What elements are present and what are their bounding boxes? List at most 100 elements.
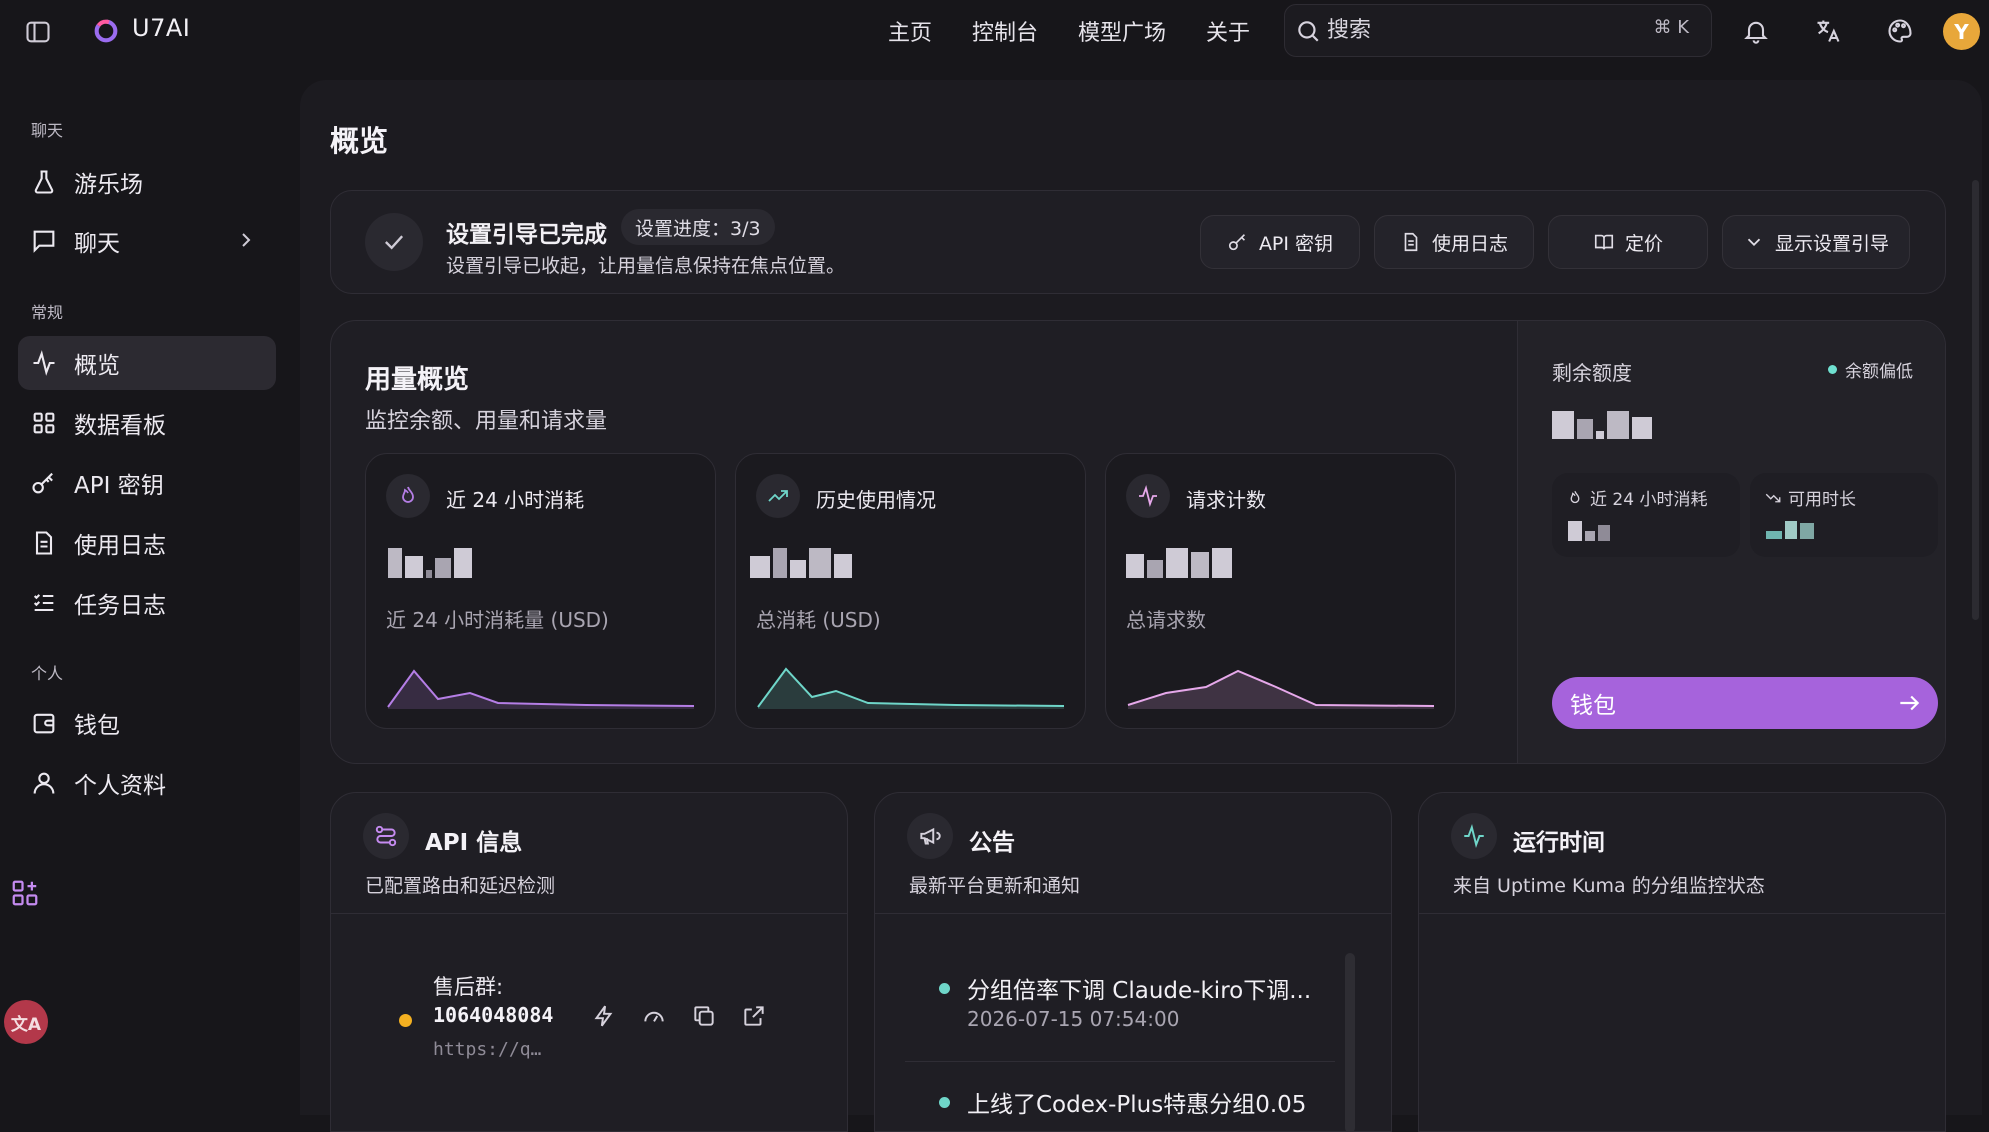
lightning-icon[interactable]	[591, 1003, 617, 1029]
guide-title: 设置引导已完成	[446, 222, 607, 248]
search-input[interactable]	[1327, 18, 1627, 43]
guide-usage-logs-button[interactable]: 使用日志	[1374, 215, 1534, 269]
announcement-item[interactable]: 上线了Codex-Plus特惠分组0.05	[905, 1077, 1335, 1131]
avatar[interactable]: Y	[1943, 13, 1980, 50]
sidebar-toggle-icon[interactable]	[24, 18, 52, 46]
copy-icon[interactable]	[691, 1003, 717, 1029]
brand-name[interactable]: U7AI	[132, 14, 190, 42]
list-icon	[33, 594, 54, 612]
chat-icon	[33, 230, 55, 253]
button-label: 钱包	[1570, 693, 1616, 719]
card-title: 近 24 小时消耗	[446, 488, 585, 512]
status-dot-icon	[399, 1014, 412, 1027]
sidebar-item-usage-logs[interactable]: 使用日志	[18, 516, 276, 570]
bell-icon[interactable]	[1742, 17, 1770, 45]
flame-icon	[386, 474, 430, 518]
nav-model-square[interactable]: 模型广场	[1078, 15, 1166, 47]
sidebar-item-task-logs[interactable]: 任务日志	[18, 576, 276, 630]
announcement-panel: 公告 最新平台更新和通知 分组倍率下调 Claude-kiro下调... 202…	[874, 792, 1392, 1132]
card-title: 请求计数	[1186, 488, 1266, 512]
document-icon	[35, 531, 53, 555]
search-shortcut: ⌘ K	[1653, 17, 1689, 38]
status-dot-icon	[939, 983, 950, 994]
chevron-right-icon[interactable]	[234, 228, 258, 252]
announcement-scrollbar[interactable]	[1345, 953, 1355, 1131]
sidebar-item-label: 个人资料	[74, 773, 166, 799]
api-info-panel: API 信息 已配置路由和延迟检测 售后群: 1064048084 https:…	[330, 792, 848, 1132]
balance-mini-duration: 可用时长	[1750, 473, 1938, 557]
guide-show-guide-button[interactable]: 显示设置引导	[1722, 215, 1910, 269]
usage-subtitle: 监控余额、用量和请求量	[365, 409, 608, 434]
sidebar-item-playground[interactable]: 游乐场	[18, 155, 276, 209]
mini-label: 近 24 小时消耗	[1590, 490, 1708, 510]
sidebar-item-api-keys[interactable]: API 密钥	[18, 456, 276, 510]
button-label: 使用日志	[1431, 232, 1508, 255]
sidebar-item-profile[interactable]: 个人资料	[18, 756, 276, 810]
apps-add-icon[interactable]	[10, 878, 40, 908]
key-icon	[1228, 234, 1245, 251]
sidebar-item-overview[interactable]: 概览	[18, 336, 276, 390]
language-switch-icon[interactable]: 文A	[4, 1000, 48, 1044]
page-title: 概览	[330, 124, 389, 158]
translate-icon[interactable]	[1814, 17, 1842, 45]
route-icon	[363, 813, 409, 859]
balance-panel: 剩余额度 余额偏低 近 24 小时消耗 可用时长 钱包	[1517, 321, 1945, 763]
external-link-icon[interactable]	[741, 1003, 767, 1029]
guide-progress-badge: 设置进度：3/3	[621, 209, 775, 245]
flask-icon	[34, 170, 54, 194]
setup-guide-banner: 设置引导已完成 设置进度：3/3 设置引导已收起，让用量信息保持在焦点位置。 A…	[330, 190, 1946, 294]
wallet-button[interactable]: 钱包	[1552, 677, 1938, 729]
panel-title: API 信息	[425, 830, 523, 856]
status-dot-icon	[1828, 365, 1837, 374]
palette-icon[interactable]	[1886, 17, 1914, 45]
pulse-icon	[1126, 474, 1170, 518]
sidebar-item-chat[interactable]: 聊天	[18, 214, 276, 268]
search-icon	[1298, 20, 1319, 42]
panel-title: 运行时间	[1513, 830, 1605, 856]
api-url[interactable]: https://q…	[433, 1039, 541, 1060]
activity-icon	[33, 350, 55, 376]
uptime-panel: 运行时间 来自 Uptime Kuma 的分组监控状态	[1418, 792, 1946, 1132]
gauge-icon[interactable]	[641, 1003, 667, 1029]
nav-console[interactable]: 控制台	[972, 15, 1038, 47]
user-icon	[33, 772, 55, 794]
guide-api-key-button[interactable]: API 密钥	[1200, 215, 1360, 269]
low-balance-badge: 余额偏低	[1828, 357, 1913, 382]
badge-label: 余额偏低	[1845, 362, 1913, 382]
page-scrollbar[interactable]	[1972, 180, 1979, 620]
guide-pricing-button[interactable]: 定价	[1548, 215, 1708, 269]
sidebar-item-label: 钱包	[74, 713, 120, 739]
sidebar-item-dashboard[interactable]: 数据看板	[18, 396, 276, 450]
search-box[interactable]: ⌘ K	[1284, 4, 1712, 57]
announcement-item[interactable]: 分组倍率下调 Claude-kiro下调... 2026-07-15 07:54…	[905, 963, 1335, 1059]
nav-about[interactable]: 关于	[1206, 15, 1250, 47]
status-dot-icon	[939, 1097, 950, 1108]
announcement-title: 上线了Codex-Plus特惠分组0.05	[967, 1092, 1307, 1118]
sparkline-requests	[1127, 669, 1435, 709]
nav-home[interactable]: 主页	[888, 15, 932, 47]
sidebar-item-label: 概览	[74, 353, 120, 379]
trending-up-icon	[756, 474, 800, 518]
redacted-balance	[1552, 411, 1652, 439]
card-title: 历史使用情况	[816, 488, 936, 512]
brand-logo-icon[interactable]	[92, 17, 120, 45]
sidebar-section-personal: 个人	[31, 664, 64, 683]
sidebar-item-label: 聊天	[74, 231, 120, 257]
api-label: 售后群:	[433, 975, 504, 999]
redacted-value	[1766, 521, 1814, 539]
arrow-right-icon	[1900, 695, 1920, 711]
sidebar-item-label: API 密钥	[74, 473, 164, 499]
card-label: 总消耗 (USD)	[756, 608, 881, 632]
main-content: 概览 设置引导已完成 设置进度：3/3 设置引导已收起，让用量信息保持在焦点位置…	[300, 80, 1982, 1132]
sidebar-section-chat: 聊天	[31, 121, 64, 140]
button-label: API 密钥	[1258, 232, 1334, 255]
sidebar-item-wallet[interactable]: 钱包	[18, 696, 276, 750]
button-label: 定价	[1624, 232, 1663, 255]
usage-card-24h: 近 24 小时消耗 近 24 小时消耗量 (USD)	[365, 453, 716, 729]
sidebar: 聊天 游乐场 聊天 常规 概览 数据看板 API 密钥 使用日志 任务日志 个人…	[0, 62, 300, 1115]
card-label: 总请求数	[1126, 608, 1206, 632]
flame-icon	[1570, 490, 1580, 503]
trending-down-icon	[1765, 493, 1781, 502]
sidebar-section-general: 常规	[31, 303, 64, 322]
usage-overview: 用量概览 监控余额、用量和请求量 近 24 小时消耗 近 24 小时消耗量 (U…	[330, 320, 1946, 764]
